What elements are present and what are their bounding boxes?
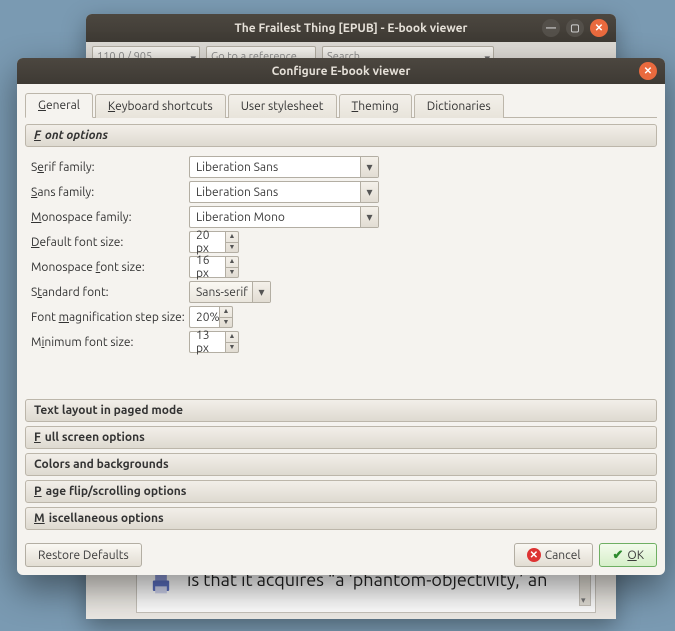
monospace-family-value: Liberation Mono bbox=[196, 211, 285, 224]
section-text-layout[interactable]: Text layout in paged mode bbox=[25, 399, 657, 422]
label-minimum-font-size: Minimum font size: bbox=[31, 336, 189, 349]
serif-family-value: Liberation Sans bbox=[196, 161, 278, 174]
chevron-up-icon[interactable]: ▲ bbox=[220, 307, 232, 318]
magnification-step-stepper[interactable]: 20% ▲▼ bbox=[189, 306, 233, 328]
chevron-down-icon[interactable]: ▼ bbox=[226, 243, 238, 253]
close-icon[interactable]: ✕ bbox=[590, 19, 608, 37]
section-colors-backgrounds[interactable]: Colors and backgrounds bbox=[25, 453, 657, 476]
tab-keyboard-shortcuts[interactable]: Keyboard shortcuts bbox=[95, 94, 226, 118]
label-magnification-step: Font magnification step size: bbox=[31, 311, 189, 324]
tab-user-stylesheet[interactable]: User stylesheet bbox=[228, 94, 337, 118]
font-options-form: Serif family: Liberation Sans ▾ Sans fam… bbox=[25, 151, 657, 365]
scrollbar[interactable]: ▾ bbox=[579, 570, 591, 606]
minimize-icon[interactable]: — bbox=[542, 19, 560, 37]
sans-family-combo[interactable]: Liberation Sans ▾ bbox=[189, 181, 379, 203]
dialog-title: Configure E-book viewer bbox=[272, 65, 411, 78]
label-sans-family: Sans family: bbox=[31, 186, 189, 199]
section-text-layout-label: Text layout in paged mode bbox=[34, 404, 183, 417]
monospace-font-size-stepper[interactable]: 16 px ▲▼ bbox=[189, 256, 239, 278]
dialog-close-icon[interactable]: ✕ bbox=[639, 62, 657, 80]
chevron-up-icon[interactable]: ▲ bbox=[226, 332, 238, 343]
chevron-down-icon[interactable]: ▼ bbox=[220, 318, 232, 328]
minimum-font-size-stepper[interactable]: 13 px ▲▼ bbox=[189, 331, 239, 353]
section-miscellaneous[interactable]: Miscellaneous options bbox=[25, 507, 657, 530]
label-serif-family: Serif family: bbox=[31, 161, 189, 174]
standard-font-value: Sans-serif bbox=[196, 286, 248, 299]
tab-bar: General Keyboard shortcuts User styleshe… bbox=[25, 92, 657, 118]
restore-defaults-button[interactable]: Restore Defaults bbox=[25, 543, 142, 567]
ebook-window-title-bar: The Frailest Thing [EPUB] - E-book viewe… bbox=[86, 14, 616, 42]
default-font-size-value: 20 px bbox=[189, 231, 225, 253]
section-font-options[interactable]: Font options bbox=[25, 124, 657, 147]
ok-button[interactable]: ✔ OK bbox=[599, 543, 657, 567]
label-default-font-size: Default font size: bbox=[31, 236, 189, 249]
chevron-down-icon: ▾ bbox=[360, 182, 378, 202]
dialog-title-bar: Configure E-book viewer ✕ bbox=[17, 58, 665, 84]
monospace-font-size-value: 16 px bbox=[189, 256, 225, 278]
monospace-family-combo[interactable]: Liberation Mono ▾ bbox=[189, 206, 379, 228]
tab-dictionaries[interactable]: Dictionaries bbox=[414, 94, 504, 118]
serif-family-combo[interactable]: Liberation Sans ▾ bbox=[189, 156, 379, 178]
label-monospace-family: Monospace family: bbox=[31, 211, 189, 224]
section-full-screen-options[interactable]: Full screen options bbox=[25, 426, 657, 449]
chevron-down-icon[interactable]: ▼ bbox=[226, 343, 238, 353]
chevron-down-icon: ▾ bbox=[252, 282, 270, 302]
magnification-step-value: 20% bbox=[189, 306, 219, 328]
chevron-down-icon: ▾ bbox=[360, 157, 378, 177]
label-standard-font: Standard font: bbox=[31, 286, 189, 299]
section-page-flip-scrolling[interactable]: Page flip/scrolling options bbox=[25, 480, 657, 503]
dialog-button-row: Restore Defaults ✕ Cancel ✔ OK bbox=[17, 534, 665, 575]
cancel-button[interactable]: ✕ Cancel bbox=[514, 543, 594, 567]
chevron-up-icon[interactable]: ▲ bbox=[226, 257, 238, 268]
sans-family-value: Liberation Sans bbox=[196, 186, 278, 199]
chevron-up-icon[interactable]: ▲ bbox=[226, 232, 238, 243]
default-font-size-stepper[interactable]: 20 px ▲▼ bbox=[189, 231, 239, 253]
cancel-label: Cancel bbox=[545, 549, 581, 562]
configure-dialog: Configure E-book viewer ✕ General Keyboa… bbox=[17, 58, 665, 575]
section-colors-label: Colors and backgrounds bbox=[34, 458, 169, 471]
tab-general[interactable]: General bbox=[25, 93, 93, 118]
minimum-font-size-value: 13 px bbox=[189, 331, 225, 353]
chevron-down-icon[interactable]: ▼ bbox=[226, 268, 238, 278]
chevron-down-icon: ▾ bbox=[360, 207, 378, 227]
maximize-icon[interactable]: ▢ bbox=[566, 19, 584, 37]
ebook-window-title: The Frailest Thing [EPUB] - E-book viewe… bbox=[235, 22, 468, 35]
cancel-icon: ✕ bbox=[527, 548, 541, 562]
standard-font-combo[interactable]: Sans-serif ▾ bbox=[189, 281, 271, 303]
restore-defaults-label: Restore Defaults bbox=[38, 549, 129, 562]
label-monospace-font-size: Monospace font size: bbox=[31, 261, 189, 274]
check-icon: ✔ bbox=[612, 548, 623, 563]
tab-theming[interactable]: Theming bbox=[339, 94, 412, 118]
